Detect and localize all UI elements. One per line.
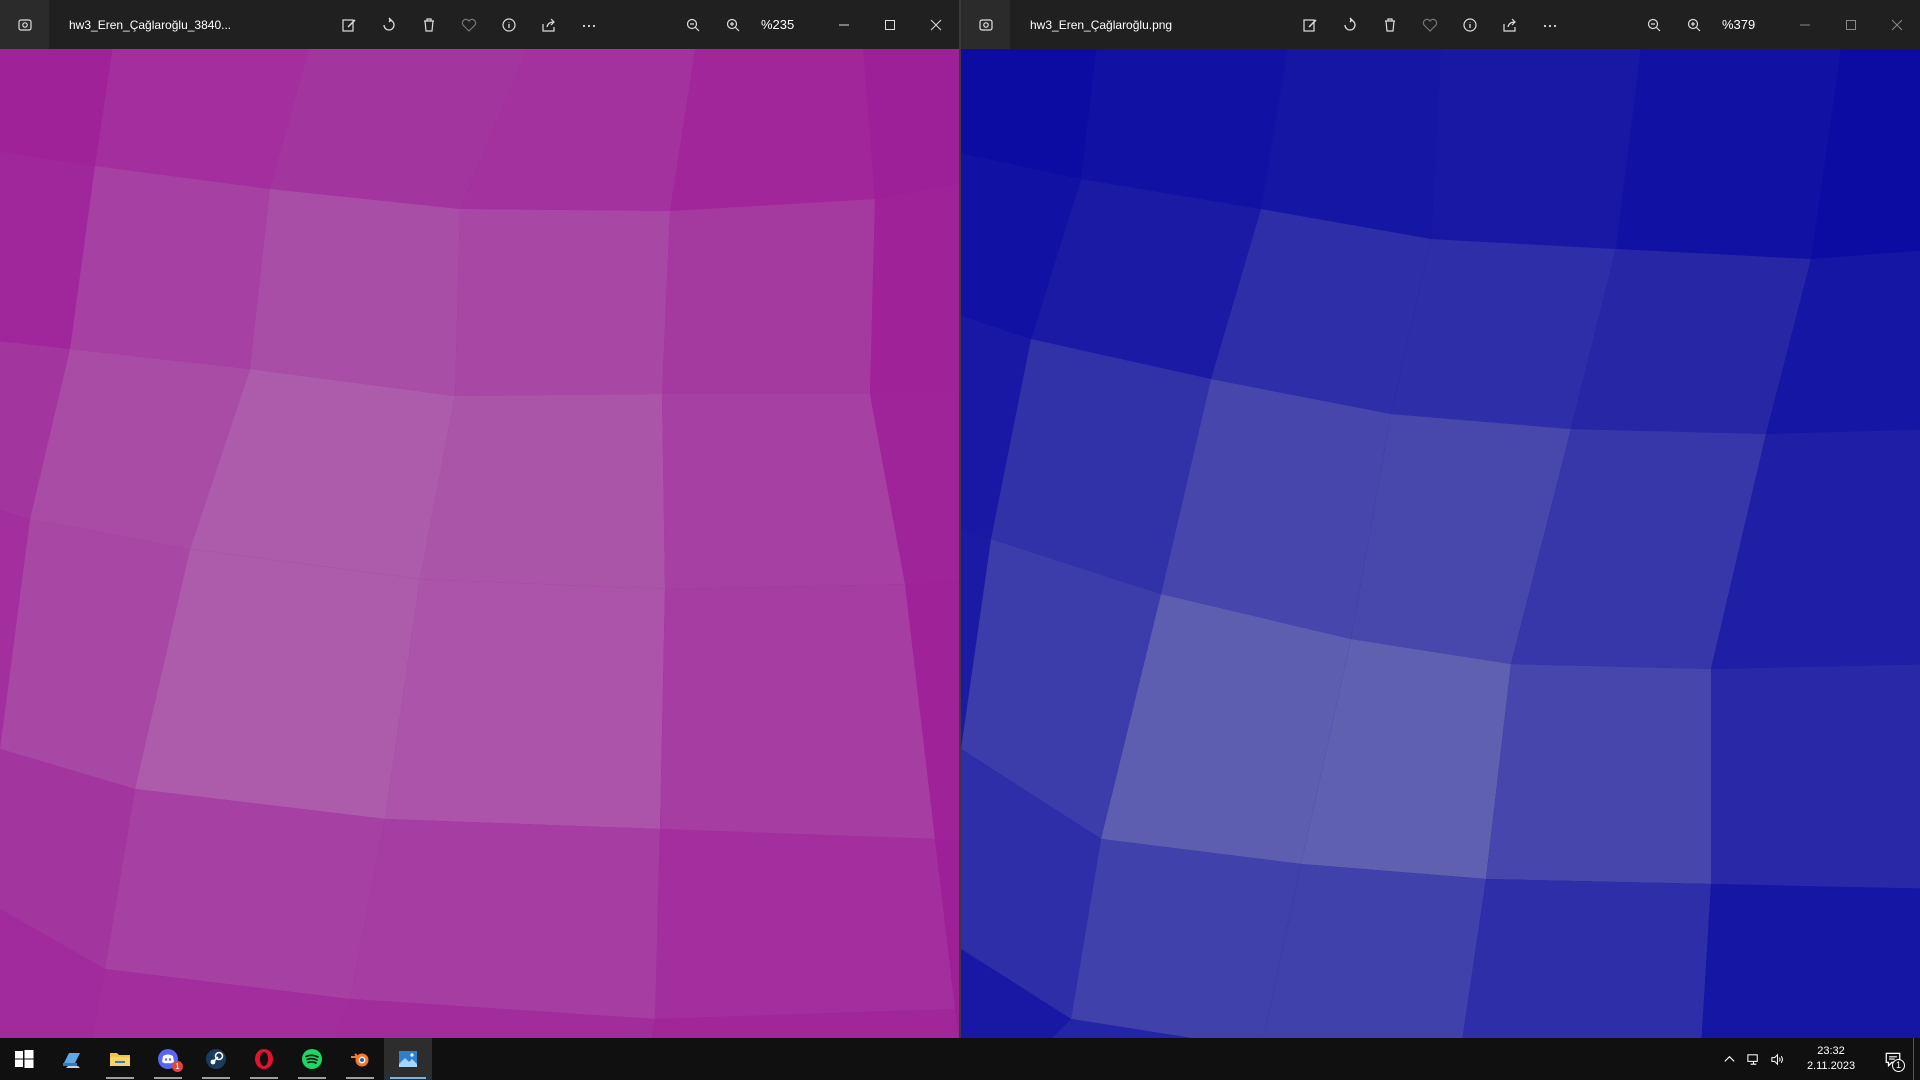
zoom-out-icon[interactable] <box>1634 0 1674 49</box>
zoom-in-icon[interactable] <box>713 0 753 49</box>
info-icon[interactable] <box>489 0 529 49</box>
photos-window-right: hw3_Eren_Çağlaroğlu.png %379 <box>961 0 1920 1038</box>
taskbar-app-file-explorer[interactable] <box>96 1038 144 1080</box>
title-bar[interactable]: hw3_Eren_Çağlaroğlu_3840... %235 <box>0 0 959 49</box>
clock-date: 2.11.2023 <box>1806 1060 1856 1072</box>
minimize-button[interactable] <box>821 0 867 49</box>
image-toolbar <box>329 0 609 49</box>
surface-facet <box>1711 664 1920 889</box>
info-icon[interactable] <box>1450 0 1490 49</box>
system-tray: 23:32 2.11.2023 1 <box>1717 1038 1920 1080</box>
window-controls <box>1782 0 1920 49</box>
chevron-up-icon <box>1723 1055 1735 1062</box>
close-button[interactable] <box>1874 0 1920 49</box>
window-title: hw3_Eren_Çağlaroğlu.png <box>1030 17 1173 32</box>
taskbar-app-blender[interactable] <box>336 1038 384 1080</box>
show-desktop-button[interactable] <box>1913 1038 1920 1080</box>
spotify-icon <box>302 1049 322 1069</box>
volume-button[interactable] <box>1765 1038 1789 1080</box>
surface-facet <box>870 183 959 394</box>
photos-app-icon <box>0 0 49 49</box>
surface-facet <box>655 829 955 1019</box>
folder-icon <box>110 1053 130 1066</box>
surface-facet <box>455 209 670 396</box>
rotate-icon[interactable] <box>1330 0 1370 49</box>
network-button[interactable] <box>1741 1038 1765 1080</box>
maximize-button[interactable] <box>867 0 913 49</box>
clock[interactable]: 23:32 2.11.2023 <box>1793 1044 1869 1074</box>
zoom-level[interactable]: %235 <box>753 17 821 32</box>
window-controls <box>821 0 959 49</box>
laptop-icon <box>63 1053 80 1068</box>
taskbar: 1 23:32 2.11.2023 1 <box>0 1038 1920 1080</box>
surface-facet <box>105 789 385 999</box>
image-toolbar <box>1290 0 1570 49</box>
surface-facet <box>1616 49 1841 259</box>
photos-icon <box>399 1051 417 1067</box>
photos-window-left: hw3_Eren_Çağlaroğlu_3840... %235 <box>0 0 959 1038</box>
taskbar-app-discord[interactable]: 1 <box>144 1038 192 1080</box>
network-icon <box>1746 1053 1758 1065</box>
taskbar-app-steam[interactable] <box>192 1038 240 1080</box>
blender-icon <box>351 1053 369 1067</box>
surface-facet <box>1462 879 1711 1038</box>
show-hidden-icons-button[interactable] <box>1717 1038 1741 1080</box>
zoom-out-icon[interactable] <box>673 0 713 49</box>
edit-icon[interactable] <box>1290 0 1330 49</box>
favorite-icon[interactable] <box>1410 0 1450 49</box>
rotate-icon[interactable] <box>369 0 409 49</box>
speaker-icon <box>1770 1053 1783 1065</box>
surface-facet <box>662 199 875 394</box>
taskbar-app-spotify[interactable] <box>288 1038 336 1080</box>
photos-app-icon <box>961 0 1010 49</box>
delete-icon[interactable] <box>1370 0 1410 49</box>
clock-time: 23:32 <box>1817 1045 1845 1057</box>
surface-facet <box>420 394 665 589</box>
favorite-icon[interactable] <box>449 0 489 49</box>
delete-icon[interactable] <box>409 0 449 49</box>
edit-icon[interactable] <box>329 0 369 49</box>
surface-facet <box>1486 664 1711 884</box>
surface-facet <box>662 394 905 589</box>
surface-facet <box>863 49 959 199</box>
taskbar-app-photos[interactable] <box>384 1038 432 1080</box>
taskbar-app-desktop[interactable] <box>48 1038 96 1080</box>
window-title: hw3_Eren_Çağlaroğlu_3840... <box>69 17 232 32</box>
taskbar-app-opera[interactable] <box>240 1038 288 1080</box>
discord-badge: 1 <box>172 1061 183 1072</box>
surface-facet <box>1431 49 1641 249</box>
more-icon[interactable] <box>1530 0 1570 49</box>
share-icon[interactable] <box>1490 0 1530 49</box>
action-center-button[interactable]: 1 <box>1873 1038 1913 1080</box>
more-icon[interactable] <box>569 0 609 49</box>
surface-facet <box>1261 49 1441 239</box>
rendered-image <box>961 49 1920 1038</box>
surface-facet <box>670 49 875 211</box>
rendered-image <box>0 49 959 1038</box>
surface-facet <box>1701 884 1920 1038</box>
zoom-in-icon[interactable] <box>1674 0 1714 49</box>
surface-facet <box>1071 839 1301 1038</box>
zoom-controls: %235 <box>673 0 821 49</box>
zoom-level[interactable]: %379 <box>1714 17 1782 32</box>
surface-facet <box>70 166 270 369</box>
notification-count: 1 <box>1892 1059 1905 1072</box>
close-button[interactable] <box>913 0 959 49</box>
opera-icon <box>255 1049 273 1069</box>
start-button[interactable] <box>0 1038 48 1080</box>
title-bar[interactable]: hw3_Eren_Çağlaroğlu.png %379 <box>961 0 1920 49</box>
minimize-button[interactable] <box>1782 0 1828 49</box>
steam-icon <box>206 1049 226 1069</box>
share-icon[interactable] <box>529 0 569 49</box>
surface-facet <box>385 579 665 829</box>
maximize-button[interactable] <box>1828 0 1874 49</box>
surface-facet <box>660 584 935 839</box>
windows-icon <box>15 1050 34 1068</box>
surface-facet <box>350 819 660 1019</box>
image-canvas[interactable] <box>0 49 959 1038</box>
surface-facet <box>250 189 460 396</box>
zoom-controls: %379 <box>1634 0 1782 49</box>
image-canvas[interactable] <box>961 49 1920 1038</box>
